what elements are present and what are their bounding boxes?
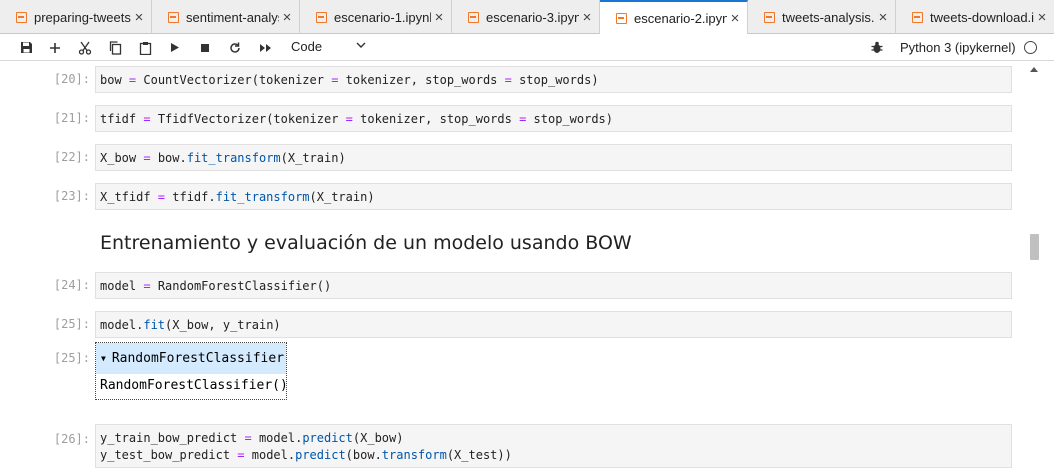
code-text: tfidf = TfidfVectorizer(tokenizer = toke… [100, 112, 614, 126]
code-text: model.fit(X_bow, y_train) [100, 318, 281, 332]
scroll-thumb[interactable] [1030, 234, 1039, 260]
restart-button[interactable] [225, 38, 245, 57]
code-line: y_test_bow_predict = model.predict(bow.t… [100, 448, 512, 462]
close-icon[interactable]: × [581, 9, 593, 26]
tab-bar: preparing-tweets.ipynb × sentiment-analy… [0, 0, 1054, 35]
fast-forward-icon [259, 43, 271, 52]
tab-tweets-download[interactable]: tweets-download.ipynb × [896, 0, 1054, 34]
paste-button[interactable] [135, 38, 155, 57]
close-icon[interactable]: × [1036, 9, 1048, 26]
tab-preparing-tweets[interactable]: preparing-tweets.ipynb × [0, 0, 152, 34]
notebook-icon [616, 13, 627, 24]
tab-label: preparing-tweets.ipynb [34, 9, 131, 25]
tab-label: sentiment-analysis.ipynb [186, 9, 279, 25]
notebook-icon [168, 11, 179, 23]
code-cell[interactable]: X_tfidf = tfidf.fit_transform(X_train) [95, 183, 1012, 210]
estimator-toggle[interactable]: ▼ RandomForestClassifier [96, 343, 286, 374]
kernel-status-icon [1024, 41, 1037, 54]
code-cell[interactable]: y_train_bow_predict = model.predict(X_bo… [95, 424, 1012, 468]
code-text: X_bow = bow.fit_transform(X_train) [100, 151, 346, 165]
cut-button[interactable] [75, 38, 95, 57]
cell-prompt: [22]: [53, 150, 90, 164]
stop-icon [201, 43, 209, 52]
code-cell[interactable]: tfidf = TfidfVectorizer(tokenizer = toke… [95, 105, 1012, 132]
estimator-title: RandomForestClassifier [111, 351, 285, 366]
tab-label: escenario-2.ipynb [634, 11, 727, 26]
tab-label: escenario-1.ipynb [334, 9, 431, 25]
estimator-repr: RandomForestClassifier() [100, 378, 288, 393]
cell-prompt: [24]: [53, 278, 90, 292]
run-icon [171, 43, 179, 52]
code-text: model = RandomForestClassifier() [100, 279, 332, 293]
cell-type-select[interactable]: Code [291, 39, 322, 54]
notebook-icon [316, 11, 327, 23]
tab-escenario-1[interactable]: escenario-1.ipynb × [300, 0, 452, 34]
tab-label: tweets-analysis.ipynb [782, 9, 875, 25]
notebook-icon [764, 11, 775, 23]
close-icon[interactable]: × [281, 9, 293, 26]
save-icon [20, 42, 32, 53]
save-button[interactable] [16, 38, 36, 57]
close-icon[interactable]: × [877, 9, 889, 26]
close-icon[interactable]: × [729, 10, 741, 27]
cell-prompt: [20]: [53, 72, 90, 86]
debugger-button[interactable] [868, 38, 886, 57]
estimator-output: ▼ RandomForestClassifier RandomForestCla… [95, 342, 288, 400]
cell-prompt: [25]: [53, 317, 90, 331]
notebook-icon [468, 11, 479, 23]
jupyterlab-window: preparing-tweets.ipynb × sentiment-analy… [0, 0, 1054, 476]
code-cell[interactable]: X_bow = bow.fit_transform(X_train) [95, 144, 1012, 171]
run-button[interactable] [165, 38, 185, 57]
close-icon[interactable]: × [133, 9, 145, 26]
copy-button[interactable] [105, 38, 125, 57]
tab-tweets-analysis[interactable]: tweets-analysis.ipynb × [748, 0, 896, 34]
cell-prompt: [26]: [53, 432, 90, 446]
vertical-scrollbar[interactable] [1026, 62, 1042, 476]
code-text: X_tfidf = tfidf.fit_transform(X_train) [100, 190, 375, 204]
tab-label: escenario-3.ipynb [486, 9, 579, 25]
cut-icon [78, 41, 92, 55]
restart-icon [230, 42, 240, 53]
tab-label: tweets-download.ipynb [930, 9, 1034, 25]
code-cell[interactable]: model.fit(X_bow, y_train) [95, 311, 1012, 338]
chevron-down-icon[interactable] [356, 42, 366, 49]
stop-button[interactable] [195, 38, 215, 57]
cell-prompt: [23]: [53, 189, 90, 203]
bug-icon [871, 41, 883, 53]
run-all-button[interactable] [255, 38, 275, 57]
notebook-panel: [20]: bow = CountVectorizer(tokenizer = … [0, 62, 1054, 476]
notebook-icon [912, 11, 923, 23]
code-cell[interactable]: model = RandomForestClassifier() [95, 272, 1012, 299]
scroll-up-icon[interactable] [1030, 67, 1038, 72]
tab-escenario-3[interactable]: escenario-3.ipynb × [452, 0, 600, 34]
markdown-heading: Entrenamiento y evaluación de un modelo … [100, 232, 632, 254]
output-prompt: [25]: [53, 351, 90, 365]
paste-icon [139, 41, 151, 55]
notebook-toolbar: Code Python 3 (ipykernel) [0, 34, 1054, 61]
tab-escenario-2[interactable]: escenario-2.ipynb × [600, 0, 748, 35]
kernel-name[interactable]: Python 3 (ipykernel) [900, 40, 1016, 55]
code-cell[interactable]: bow = CountVectorizer(tokenizer = tokeni… [95, 66, 1012, 93]
cell-prompt: [21]: [53, 111, 90, 125]
close-icon[interactable]: × [433, 9, 445, 26]
add-icon [50, 42, 60, 53]
code-line: y_train_bow_predict = model.predict(X_bo… [100, 431, 404, 445]
caret-down-icon: ▼ [101, 354, 106, 363]
add-cell-button[interactable] [45, 38, 65, 57]
copy-icon [109, 40, 121, 55]
tab-sentiment-analysis[interactable]: sentiment-analysis.ipynb × [152, 0, 300, 34]
notebook-icon [16, 11, 27, 23]
code-text: bow = CountVectorizer(tokenizer = tokeni… [100, 73, 599, 87]
